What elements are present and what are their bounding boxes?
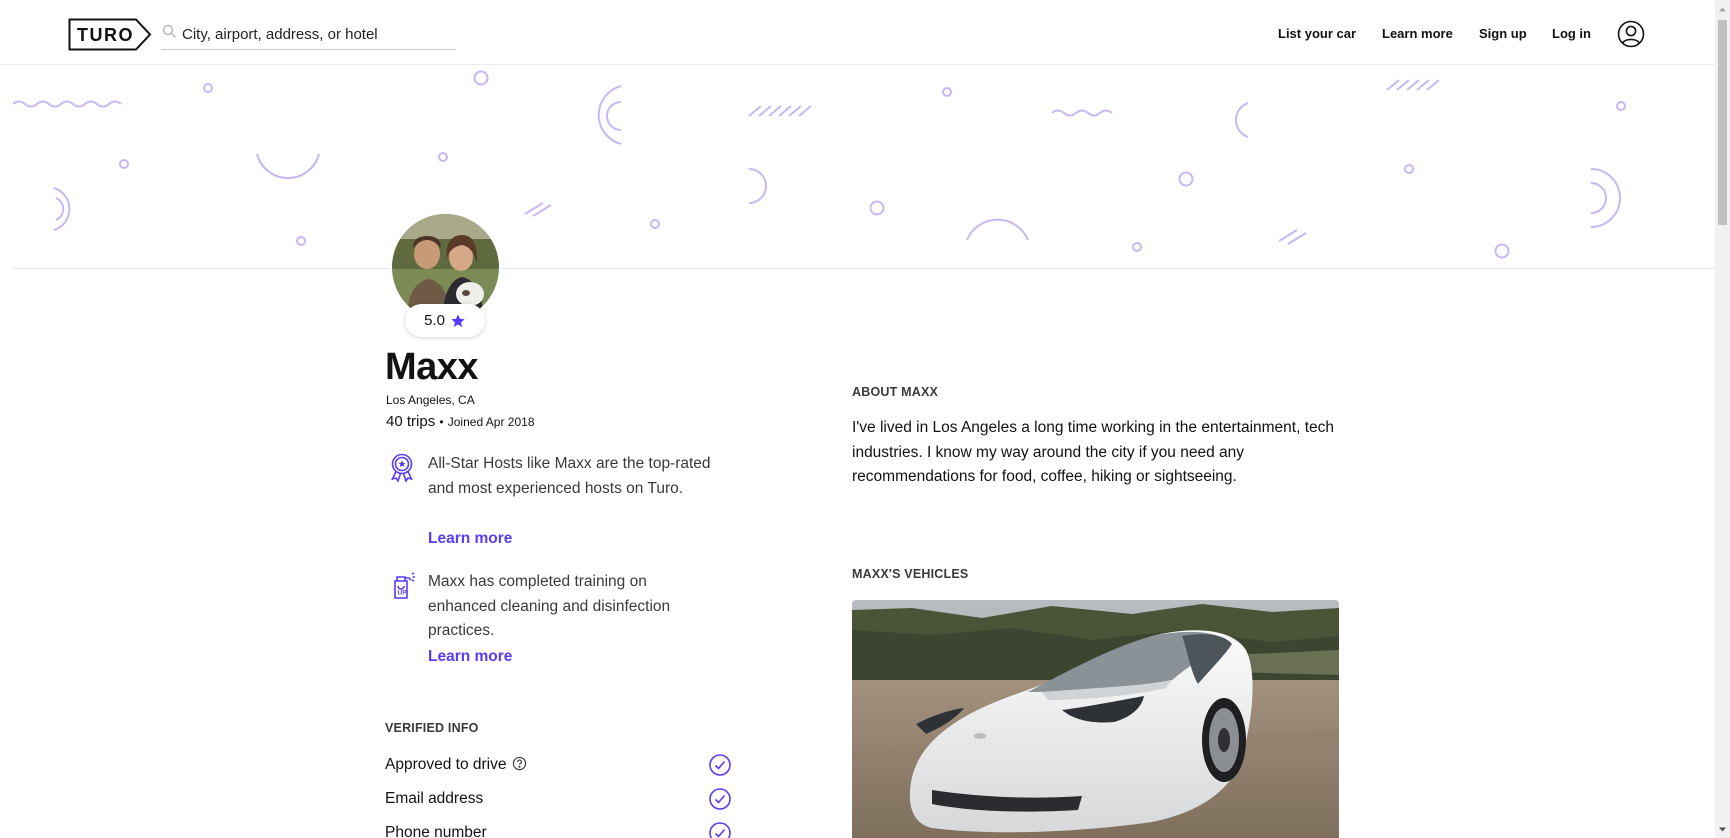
log-in-link[interactable]: Log in bbox=[1552, 26, 1591, 41]
learn-more-link[interactable]: Learn more bbox=[1382, 26, 1453, 41]
account-icon[interactable] bbox=[1617, 20, 1645, 48]
scroll-down-arrow-icon[interactable] bbox=[1717, 824, 1728, 835]
stats-separator: • bbox=[439, 415, 444, 429]
star-icon bbox=[451, 313, 465, 327]
verified-item: Phone number bbox=[385, 821, 732, 838]
host-rating-badge: 5.0 bbox=[405, 304, 485, 337]
host-location: Los Angeles, CA bbox=[386, 393, 475, 407]
profile-banner bbox=[13, 66, 1715, 269]
all-star-description: All-Star Hosts like Maxx are the top-rat… bbox=[428, 455, 711, 497]
host-stats: 40 trips • Joined Apr 2018 bbox=[386, 413, 535, 430]
scrollbar-thumb[interactable] bbox=[1718, 20, 1727, 225]
turo-logo[interactable]: TURO bbox=[68, 18, 152, 51]
joined-date: Joined Apr 2018 bbox=[447, 415, 535, 429]
logo-wordmark: TURO bbox=[77, 25, 134, 45]
list-your-car-link[interactable]: List your car bbox=[1278, 26, 1356, 41]
trip-count: 40 trips bbox=[386, 413, 436, 430]
cleaning-spray-icon: UP bbox=[394, 572, 415, 599]
verified-item: Approved to drive bbox=[385, 753, 732, 779]
about-text: I've lived in Los Angeles a long time wo… bbox=[852, 419, 1335, 485]
verified-item-label: Approved to drive bbox=[385, 756, 507, 773]
svg-text:UP: UP bbox=[398, 590, 408, 597]
verified-item-label: Email address bbox=[385, 790, 484, 807]
all-star-learn-more-link[interactable]: Learn more bbox=[428, 530, 512, 548]
check-circle-icon bbox=[709, 788, 731, 810]
all-star-ribbon-icon bbox=[391, 453, 413, 483]
search-icon bbox=[162, 24, 176, 38]
top-nav-bar: TURO List your car Learn more Sign up Lo… bbox=[0, 0, 1715, 65]
decorative-shapes bbox=[13, 70, 1626, 259]
verified-info-heading: VERIFIED INFO bbox=[385, 721, 479, 735]
about-heading: ABOUT MAXX bbox=[852, 385, 939, 399]
vehicles-heading: MAXX'S VEHICLES bbox=[852, 567, 969, 581]
help-icon[interactable] bbox=[512, 756, 527, 771]
cleaning-description: Maxx has completed training on enhanced … bbox=[428, 573, 671, 639]
check-circle-icon bbox=[709, 822, 731, 838]
cleaning-learn-more-link[interactable]: Learn more bbox=[428, 648, 512, 666]
vehicle-photo[interactable] bbox=[852, 600, 1339, 838]
location-search[interactable] bbox=[161, 20, 456, 50]
verified-item: Email address bbox=[385, 787, 732, 813]
rating-value: 5.0 bbox=[424, 312, 445, 329]
check-circle-icon bbox=[709, 754, 731, 776]
search-input[interactable] bbox=[182, 23, 452, 45]
host-name: Maxx bbox=[385, 346, 479, 388]
verified-item-label: Phone number bbox=[385, 824, 487, 838]
sign-up-link[interactable]: Sign up bbox=[1479, 26, 1527, 41]
scroll-up-arrow-icon[interactable] bbox=[1717, 4, 1728, 15]
